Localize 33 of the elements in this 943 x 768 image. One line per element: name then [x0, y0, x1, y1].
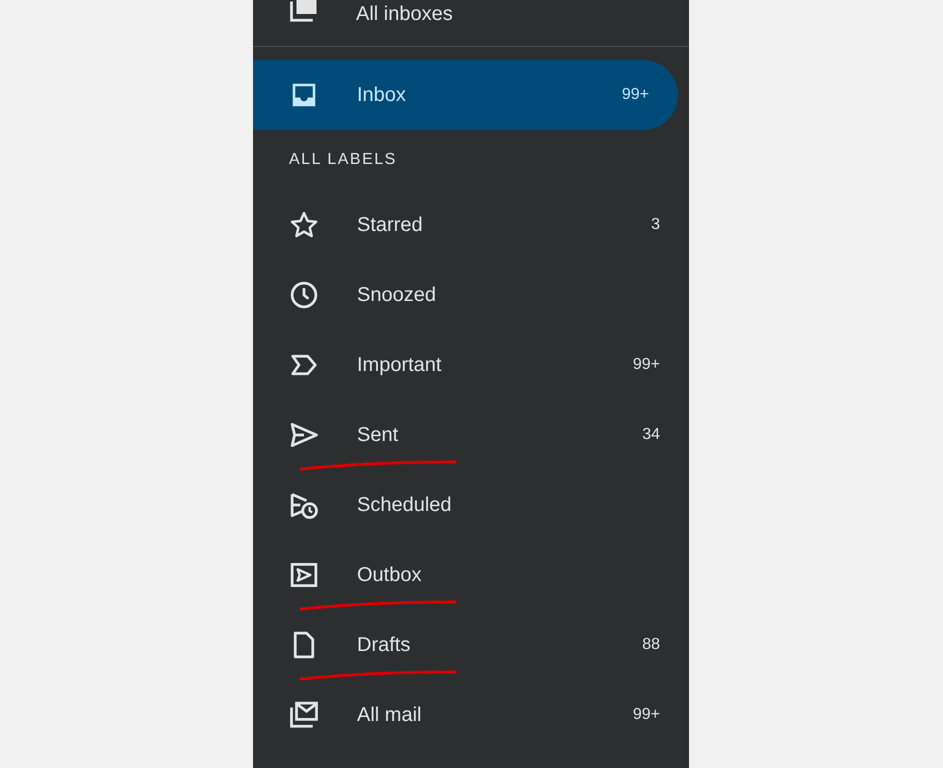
- inbox-item[interactable]: Inbox 99+: [253, 60, 678, 130]
- item-label: Outbox: [357, 564, 422, 586]
- label-item[interactable]: Important 99+: [253, 330, 689, 400]
- unread-count: 3: [651, 216, 660, 234]
- item-label: All mail: [357, 704, 422, 726]
- item-label: Starred: [357, 214, 424, 236]
- item-label[interactable]: All inboxes: [356, 3, 453, 26]
- label-item[interactable]: All mail 99+: [253, 680, 689, 750]
- item-label: Sent: [357, 424, 400, 446]
- unread-count: 99+: [632, 356, 660, 374]
- scheduled-send-icon: [289, 490, 319, 520]
- item-label: Scheduled: [357, 494, 453, 516]
- unread-count: 99+: [622, 86, 649, 104]
- item-label: Important: [357, 354, 442, 376]
- star-icon: [289, 210, 319, 240]
- label-item[interactable]: Sent 34: [253, 400, 689, 470]
- inboxes-icon[interactable]: [289, 0, 319, 24]
- unread-count: 99+: [632, 706, 660, 724]
- unread-count: 88: [642, 636, 660, 654]
- clock-icon: [289, 280, 319, 310]
- label-item[interactable]: Scheduled: [253, 470, 689, 540]
- section-title: ALL LABELS: [288, 150, 398, 170]
- label-item[interactable]: Starred 3: [253, 190, 689, 260]
- label-item[interactable]: Snoozed: [253, 260, 689, 330]
- item-label: Snoozed: [357, 284, 437, 306]
- item-label: Drafts: [357, 634, 412, 656]
- label-item[interactable]: Drafts 88: [253, 610, 689, 680]
- send-icon: [289, 420, 319, 450]
- mail-stack-icon: [289, 700, 319, 730]
- unread-count: 34: [642, 426, 660, 444]
- label-item[interactable]: Outbox: [253, 540, 689, 610]
- item-label: Inbox: [357, 84, 407, 106]
- outbox-icon: [289, 560, 319, 590]
